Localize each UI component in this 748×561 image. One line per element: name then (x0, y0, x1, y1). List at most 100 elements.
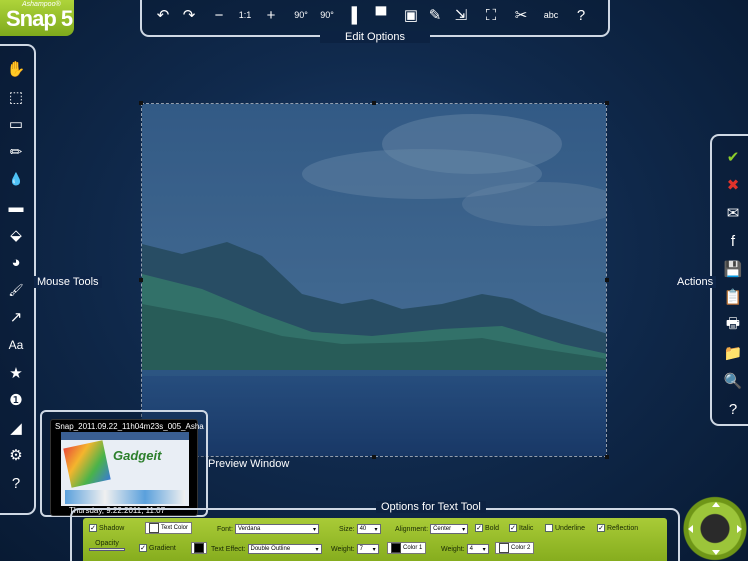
chevron-down-icon: ▾ (374, 526, 378, 533)
text-effect-select[interactable]: Double Outline ▾ (247, 544, 322, 554)
spotlight-tool-icon[interactable]: ◢ (3, 417, 29, 439)
pencil-tool-icon[interactable]: ✏ (3, 141, 29, 163)
size-option: Size: 40 ▾ (339, 524, 381, 534)
accept-icon[interactable]: ✔ (720, 146, 746, 168)
shadow-label: Shadow (99, 524, 125, 532)
blur-tool-icon[interactable]: 💧 (3, 168, 29, 190)
mouse-tools-panel: ✋ ⬚ ▭ ✏ 💧 ▬ ⬙ ◕ 🖌 ↗ Aa ★ ❶ ◢ ⚙? (0, 44, 36, 515)
color1-button[interactable]: Color 1 (387, 542, 427, 554)
italic-option[interactable]: ✓ Italic (509, 524, 533, 532)
gradient-checkbox[interactable]: ✓ (139, 544, 147, 552)
resize-handle-right[interactable] (605, 278, 609, 282)
crop-icon[interactable]: ✂ (510, 4, 532, 26)
opacity-track[interactable] (89, 548, 125, 551)
gradient-option[interactable]: ✓ Gradient (139, 544, 176, 552)
numbering-tool-icon[interactable]: ❶ (3, 389, 29, 411)
underline-checkbox[interactable] (545, 524, 553, 532)
stamp-tool-icon[interactable]: ★ (3, 362, 29, 384)
italic-label: Italic (519, 524, 534, 532)
shapes-tool-icon[interactable]: ◕ (3, 251, 29, 273)
spell-check-icon[interactable]: abc (540, 4, 562, 26)
rotate-left-icon[interactable]: 90° (290, 4, 312, 26)
weight1-select[interactable]: 7 ▾ (356, 544, 379, 554)
gradient-color-button[interactable] (191, 542, 207, 554)
text-tool-icon[interactable]: Aa (3, 334, 29, 356)
color2-button[interactable]: Color 2 (495, 542, 535, 554)
split-horizontal-icon[interactable]: ▀ (370, 4, 392, 26)
alignment-select[interactable]: Center ▾ (430, 524, 469, 534)
fullscreen-icon[interactable]: ⛶ (480, 4, 502, 26)
preview-window-label: Preview Window (208, 458, 290, 470)
alignment-option: Alignment: Center ▾ (395, 524, 469, 534)
color1-label: Color 1 (403, 545, 423, 551)
italic-checkbox[interactable]: ✓ (509, 524, 517, 532)
resize-image-icon[interactable]: ⇲ (450, 4, 472, 26)
resize-handle-top[interactable] (372, 101, 376, 105)
resize-handle-top-left[interactable] (139, 101, 143, 105)
help-icon[interactable]: ? (720, 398, 746, 420)
chevron-down-icon: ▾ (315, 546, 319, 553)
reflection-label: Reflection (607, 524, 639, 532)
help-icon[interactable]: ? (3, 472, 29, 494)
text-color-swatch (149, 523, 159, 533)
brush-tool-icon[interactable]: 🖌 (3, 279, 29, 301)
navigator-joystick[interactable] (682, 496, 748, 561)
zoom-out-icon[interactable]: − (208, 4, 230, 26)
split-vertical-icon[interactable]: ▌ (346, 4, 368, 26)
editing-canvas[interactable] (141, 103, 607, 457)
resize-handle-bottom[interactable] (372, 455, 376, 459)
help-icon[interactable]: ? (570, 4, 592, 26)
shadow-checkbox[interactable]: ✓ (89, 524, 97, 532)
settings-icon[interactable]: ⚙ (3, 444, 29, 466)
resize-handle-left[interactable] (139, 278, 143, 282)
selection-tool-icon[interactable]: ⬚ (3, 86, 29, 108)
bold-checkbox[interactable]: ✓ (475, 524, 483, 532)
opacity-label: Opacity (95, 540, 119, 547)
explore-folder-icon[interactable]: 🔍 (720, 370, 746, 392)
nav-left-icon[interactable] (688, 525, 693, 533)
facebook-icon[interactable]: f (720, 230, 746, 252)
size-label: Size: (339, 525, 355, 533)
opacity-slider[interactable]: Opacity (89, 540, 125, 551)
preview-window[interactable]: Snap_2011.09.22_11h04m23s_005_Asha Gadge… (50, 419, 204, 516)
size-select[interactable]: 40 ▾ (356, 524, 381, 534)
clipboard-icon[interactable]: 📋 (720, 286, 746, 308)
text-color-button[interactable]: Text Color (145, 522, 193, 534)
underline-option[interactable]: Underline (545, 524, 585, 532)
nav-down-icon[interactable] (712, 550, 720, 555)
eraser-tool-icon[interactable]: ▭ (3, 113, 29, 135)
actions-label: Actions (674, 276, 717, 288)
zoom-in-icon[interactable]: + (260, 4, 282, 26)
folder-icon[interactable]: 📁 (720, 342, 746, 364)
rotate-right-icon[interactable]: 90° (316, 4, 338, 26)
weight2-select[interactable]: 4 ▾ (466, 544, 489, 554)
mouse-tools-label: Mouse Tools (34, 276, 102, 288)
resize-handle-bottom-right[interactable] (605, 455, 609, 459)
edit-options-label: Edit Options (320, 31, 430, 43)
textbox-tool-icon[interactable]: ▬ (3, 196, 29, 218)
arrow-tool-icon[interactable]: ↗ (3, 306, 29, 328)
save-icon[interactable]: 💾 (720, 258, 746, 280)
hand-tool-icon[interactable]: ✋ (3, 58, 29, 80)
preview-thumbnail: Gadgeit (61, 432, 189, 506)
edit-image-icon[interactable]: ✎ (424, 4, 446, 26)
nav-right-icon[interactable] (737, 525, 742, 533)
text-options-bar: ✓ Shadow Text Color Font: Verdana ▾ Size:… (83, 518, 667, 561)
image-icon[interactable]: ▣ (400, 4, 422, 26)
print-icon[interactable]: 🖶 (720, 314, 746, 336)
reflection-checkbox[interactable]: ✓ (597, 524, 605, 532)
app-logo: Ashampoo® Snap 5 (0, 0, 74, 36)
redo-icon[interactable]: ↷ (178, 4, 200, 26)
email-icon[interactable]: ✉ (720, 202, 746, 224)
font-select[interactable]: Verdana ▾ (234, 524, 319, 534)
reflection-option[interactable]: ✓ Reflection (597, 524, 638, 532)
shadow-option[interactable]: ✓ Shadow (89, 524, 124, 532)
text-effect-option: Text Effect: Double Outline ▾ (211, 544, 322, 554)
discard-icon[interactable]: ✖ (720, 174, 746, 196)
zoom-1to1-icon[interactable]: 1:1 (234, 4, 256, 26)
undo-icon[interactable]: ↶ (152, 4, 174, 26)
resize-handle-top-right[interactable] (605, 101, 609, 105)
nav-up-icon[interactable] (712, 502, 720, 507)
bold-option[interactable]: ✓ Bold (475, 524, 499, 532)
fill-tool-icon[interactable]: ⬙ (3, 224, 29, 246)
